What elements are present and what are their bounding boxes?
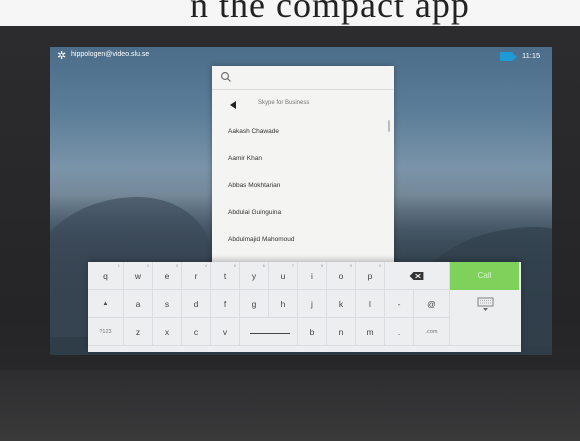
key-label: i [311, 271, 313, 281]
key-g[interactable]: g [240, 290, 269, 318]
directory-source-label: Skype for Business [258, 100, 310, 106]
key-w[interactable]: w2 [124, 262, 153, 290]
key-label: y [251, 271, 257, 281]
key-sub-label: 0 [378, 263, 381, 268]
contact-item[interactable]: Abbas Mokhtarian [212, 172, 394, 199]
key-y[interactable]: y6 [240, 262, 269, 290]
search-icon [221, 72, 231, 82]
on-screen-keyboard: q1 w2 e3 r4 t5 y6 u7 i8 o9 p0 Call ▲ a s… [88, 262, 521, 352]
key-s[interactable]: s [153, 290, 182, 318]
contact-list: Aakash Chawade Aamir Khan Abbas Mokhtari… [212, 118, 394, 253]
key-b[interactable]: b [298, 318, 327, 346]
key-u[interactable]: u7 [269, 262, 298, 290]
key-x[interactable]: x [153, 318, 182, 346]
directory-panel: Skype for Business Aakash Chawade Aamir … [212, 66, 394, 264]
key-sub-label: 2 [146, 263, 149, 268]
key-q[interactable]: q1 [88, 262, 124, 290]
key-label: q [103, 271, 108, 281]
key-dotcom[interactable]: .com [414, 318, 450, 346]
keyboard-hide-icon [477, 297, 494, 311]
key-period[interactable]: . [385, 318, 414, 346]
key-p[interactable]: p0 [356, 262, 385, 290]
status-bar: ✲ hippologen@video.slu.se 11:15 [50, 47, 552, 67]
key-i[interactable]: i8 [298, 262, 327, 290]
key-h[interactable]: h [269, 290, 298, 318]
key-t[interactable]: t5 [211, 262, 240, 290]
key-d[interactable]: d [182, 290, 211, 318]
key-label: o [338, 271, 344, 281]
key-label: t [223, 271, 227, 281]
contact-item[interactable]: Aakash Chawade [212, 118, 394, 145]
key-label: p [367, 271, 373, 281]
scrollbar-thumb[interactable] [388, 120, 390, 132]
key-sub-label: 3 [175, 263, 178, 268]
key-label: w [134, 271, 142, 281]
key-f[interactable]: f [211, 290, 240, 318]
key-sub-label: 7 [291, 263, 294, 268]
contact-item[interactable]: Abdulmajid Mahomoud [212, 226, 394, 253]
key-sub-label: 1 [117, 263, 120, 268]
key-m[interactable]: m [356, 318, 385, 346]
key-j[interactable]: j [298, 290, 327, 318]
key-l[interactable]: l [356, 290, 385, 318]
key-k[interactable]: k [327, 290, 356, 318]
clock: 11:15 [522, 51, 541, 60]
key-v[interactable]: v [211, 318, 240, 346]
key-at[interactable]: @ [414, 290, 450, 318]
directory-source-row[interactable]: Skype for Business [212, 90, 394, 118]
backspace-icon [409, 272, 424, 280]
space-bar-indicator [250, 333, 290, 334]
key-sub-label: 5 [233, 263, 236, 268]
backspace-key[interactable] [385, 262, 450, 290]
shift-key[interactable]: ▲ [88, 290, 124, 318]
contact-item[interactable]: Aamir Khan [212, 145, 394, 172]
key-a[interactable]: a [124, 290, 153, 318]
key-dash[interactable]: - [385, 290, 414, 318]
photo-top-strip: n the compact app [0, 0, 580, 26]
key-n[interactable]: n [327, 318, 356, 346]
hide-keyboard-key[interactable] [450, 290, 521, 346]
back-arrow-icon[interactable] [230, 101, 236, 109]
search-bar[interactable] [212, 66, 394, 90]
key-z[interactable]: z [124, 318, 153, 346]
call-button[interactable]: Call [450, 262, 519, 290]
key-sub-label: 8 [320, 263, 323, 268]
space-bar[interactable] [240, 318, 298, 346]
search-input[interactable] [238, 70, 390, 87]
key-label: r [194, 271, 198, 281]
key-r[interactable]: r4 [182, 262, 211, 290]
key-sub-label: 4 [204, 263, 207, 268]
key-label: e [164, 271, 170, 281]
account-label: hippologen@video.slu.se [71, 51, 150, 58]
symbols-key[interactable]: ?123 [88, 318, 124, 346]
device-screen: ✲ hippologen@video.slu.se 11:15 Skype fo… [50, 47, 552, 355]
device-bezel-bottom [0, 370, 580, 441]
key-e[interactable]: e3 [153, 262, 182, 290]
gear-icon[interactable]: ✲ [57, 51, 68, 62]
contact-item[interactable]: Abdulai Guinguina [212, 199, 394, 226]
background-text: n the compact app [190, 0, 470, 25]
camera-icon[interactable] [500, 52, 517, 61]
key-sub-label: 6 [262, 263, 265, 268]
key-sub-label: 9 [349, 263, 352, 268]
key-label: u [280, 271, 286, 281]
key-o[interactable]: o9 [327, 262, 356, 290]
key-c[interactable]: c [182, 318, 211, 346]
